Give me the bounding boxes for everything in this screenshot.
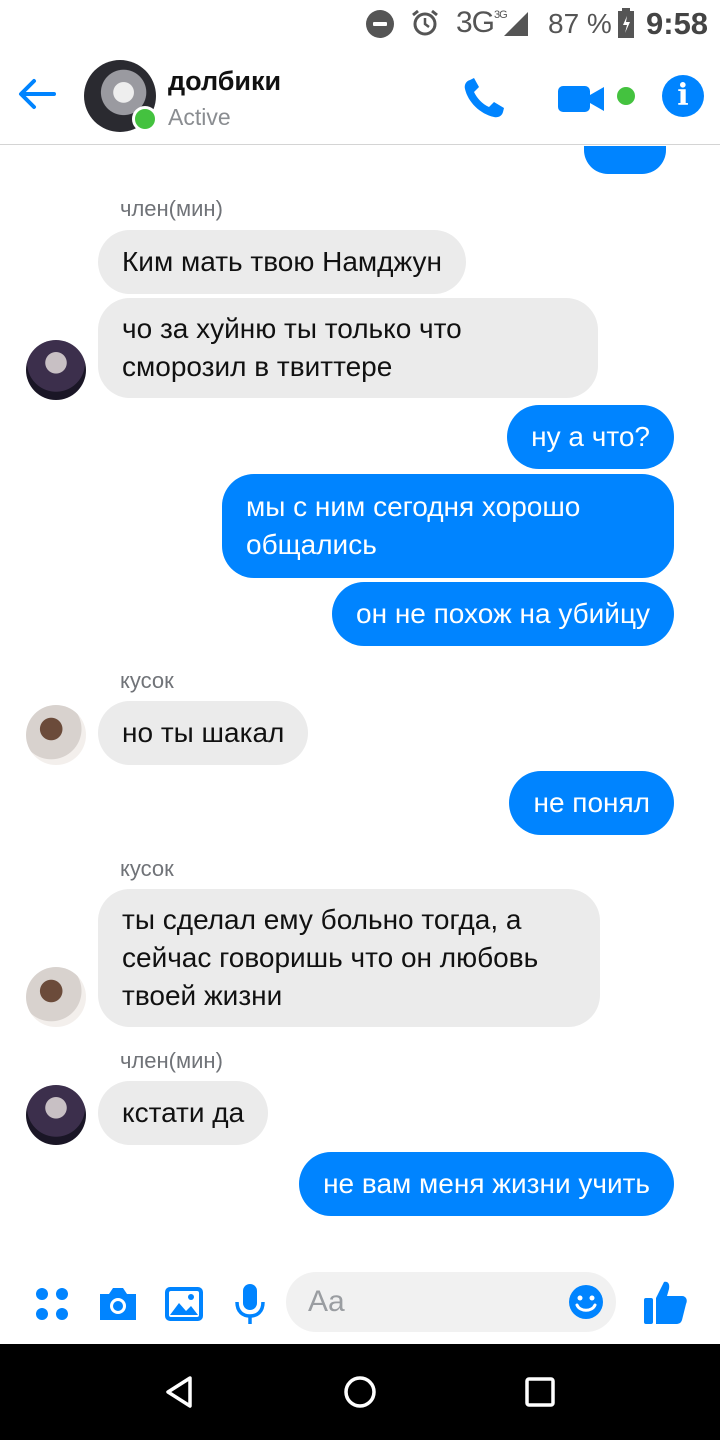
video-active-dot [617,87,635,105]
battery-icon [618,8,634,38]
microphone-icon[interactable] [228,1282,272,1326]
phone-icon[interactable] [460,76,510,120]
message-incoming[interactable]: ты сделал ему больно тогда, а сейчас гов… [98,889,600,1027]
sender-avatar[interactable] [26,1085,86,1145]
previous-message-bubble [584,146,666,174]
conversation-title[interactable]: долбики [168,66,281,97]
alarm-icon [412,9,438,36]
battery-percent: 87 % [548,8,612,39]
sender-avatar[interactable] [26,967,86,1027]
system-nav-bar [0,1344,720,1440]
sender-name: член(мин) [120,196,223,221]
clock: 9:58 [646,6,709,41]
sender-name: член(мин) [120,1048,223,1073]
active-status-dot [132,106,158,132]
message-incoming[interactable]: чо за хуйню ты только что сморозил в тви… [98,298,598,398]
conversation-header: долбики Active i [0,48,720,145]
sender-name: кусок [120,668,174,693]
presence-status: Active [168,104,231,130]
more-dots-icon[interactable] [30,1282,74,1326]
video-camera-icon[interactable] [556,82,606,116]
signal-icon [504,12,528,36]
status-bar: 3G3G 87 % 9:58 [0,0,720,48]
message-incoming[interactable]: но ты шакал [98,701,309,765]
message-outgoing[interactable]: не вам меня жизни учить [299,1152,674,1216]
sender-avatar[interactable] [26,705,86,765]
back-nav-icon[interactable] [160,1372,200,1412]
back-arrow-icon[interactable] [14,72,58,116]
home-nav-icon[interactable] [340,1372,380,1412]
message-outgoing[interactable]: не понял [509,771,674,835]
message-outgoing[interactable]: он не похож на убийцу [332,582,674,646]
message-incoming[interactable]: кстати да [98,1081,269,1145]
message-incoming[interactable]: Ким мать твою Намджун [98,230,467,294]
message-outgoing[interactable]: ну а что? [507,405,674,469]
thumbs-up-icon[interactable] [642,1278,688,1326]
message-input[interactable] [286,1272,616,1332]
info-icon[interactable]: i [662,75,704,117]
sender-name: кусок [120,856,174,881]
do-not-disturb-icon [366,10,394,38]
camera-icon[interactable] [96,1282,140,1326]
message-outgoing[interactable]: мы с ним сегодня хорошо общались [222,474,674,578]
emoji-icon[interactable] [568,1284,604,1320]
gallery-icon[interactable] [162,1282,206,1326]
network-type: 3G3G [456,6,508,40]
composer-bar [0,1266,720,1342]
recents-nav-icon[interactable] [520,1372,560,1412]
network-label: 3G [456,6,495,39]
sender-avatar[interactable] [26,340,86,400]
